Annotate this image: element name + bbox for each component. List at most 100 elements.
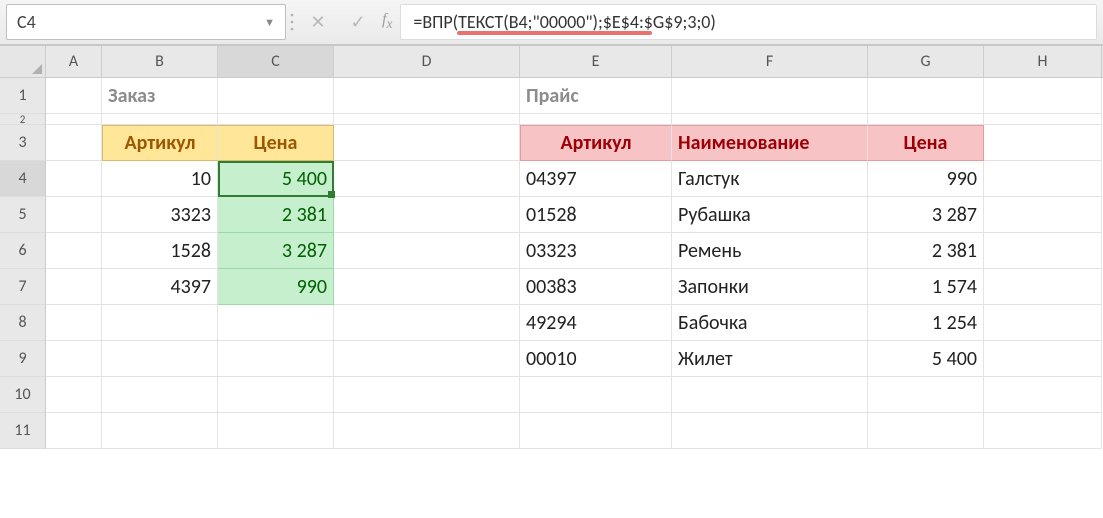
row-header-1[interactable]: 1 <box>0 78 46 114</box>
cell-A9[interactable] <box>46 341 102 377</box>
cell-G5[interactable]: 3 287 <box>868 197 984 233</box>
cell-A5[interactable] <box>46 197 102 233</box>
cell-E7[interactable]: 00383 <box>520 269 672 305</box>
name-box-resize-handle[interactable] <box>286 8 298 36</box>
cell-C11[interactable] <box>218 413 334 449</box>
cell-F9[interactable]: Жилет <box>672 341 868 377</box>
cell-F2[interactable] <box>672 114 868 125</box>
select-all-corner[interactable] <box>0 46 46 77</box>
name-box-dropdown-icon[interactable]: ▼ <box>264 16 275 29</box>
cell-C1[interactable] <box>218 78 334 114</box>
cell-G11[interactable] <box>868 413 984 449</box>
row-header-8[interactable]: 8 <box>0 305 46 341</box>
cell-H9[interactable] <box>984 341 1102 377</box>
row-header-7[interactable]: 7 <box>0 269 46 305</box>
cell-D2[interactable] <box>334 114 520 125</box>
cell-C5[interactable]: 2 381 <box>218 197 334 233</box>
cell-E5[interactable]: 01528 <box>520 197 672 233</box>
cell-H1[interactable] <box>984 78 1102 114</box>
cell-D8[interactable] <box>334 305 520 341</box>
cell-F5[interactable]: Рубашка <box>672 197 868 233</box>
cell-A2[interactable] <box>46 114 102 125</box>
cell-E10[interactable] <box>520 377 672 413</box>
row-header-10[interactable]: 10 <box>0 377 46 413</box>
col-header-A[interactable]: A <box>46 46 102 77</box>
cell-F4[interactable]: Галстук <box>672 161 868 197</box>
cell-F6[interactable]: Ремень <box>672 233 868 269</box>
cell-C6[interactable]: 3 287 <box>218 233 334 269</box>
cell-D11[interactable] <box>334 413 520 449</box>
cell-G4[interactable]: 990 <box>868 161 984 197</box>
cell-D3[interactable] <box>334 125 520 161</box>
cell-F10[interactable] <box>672 377 868 413</box>
cell-B2[interactable] <box>102 114 218 125</box>
cell-D5[interactable] <box>334 197 520 233</box>
cell-E6[interactable]: 03323 <box>520 233 672 269</box>
cell-H3[interactable] <box>984 125 1102 161</box>
cell-B11[interactable] <box>102 413 218 449</box>
cell-F8[interactable]: Бабочка <box>672 305 868 341</box>
cell-E1[interactable]: Прайс <box>520 78 672 114</box>
cell-B7[interactable]: 4397 <box>102 269 218 305</box>
row-header-6[interactable]: 6 <box>0 233 46 269</box>
cell-H10[interactable] <box>984 377 1102 413</box>
cell-E8[interactable]: 49294 <box>520 305 672 341</box>
confirm-formula-button[interactable]: ✓ <box>338 4 378 40</box>
cell-B5[interactable]: 3323 <box>102 197 218 233</box>
cell-D1[interactable] <box>334 78 520 114</box>
cell-B9[interactable] <box>102 341 218 377</box>
formula-input[interactable]: =ВПР(ТЕКСТ(B4;"00000");$E$4:$G$9;3;0) <box>400 4 1097 40</box>
row-header-4[interactable]: 4 <box>0 161 46 197</box>
row-header-9[interactable]: 9 <box>0 341 46 377</box>
cell-A11[interactable] <box>46 413 102 449</box>
col-header-G[interactable]: G <box>868 46 984 77</box>
col-header-C[interactable]: C <box>218 46 334 77</box>
cell-G6[interactable]: 2 381 <box>868 233 984 269</box>
cell-C7[interactable]: 990 <box>218 269 334 305</box>
cell-A10[interactable] <box>46 377 102 413</box>
cell-A7[interactable] <box>46 269 102 305</box>
cell-E11[interactable] <box>520 413 672 449</box>
cancel-formula-button[interactable]: ✕ <box>298 4 338 40</box>
cell-B6[interactable]: 1528 <box>102 233 218 269</box>
col-header-H[interactable]: H <box>984 46 1102 77</box>
cell-D10[interactable] <box>334 377 520 413</box>
cell-H11[interactable] <box>984 413 1102 449</box>
cell-D6[interactable] <box>334 233 520 269</box>
cell-G3[interactable]: Цена <box>868 125 984 161</box>
cell-H2[interactable] <box>984 114 1102 125</box>
col-header-F[interactable]: F <box>672 46 868 77</box>
cell-B4[interactable]: 10 <box>102 161 218 197</box>
cell-B8[interactable] <box>102 305 218 341</box>
cell-A4[interactable] <box>46 161 102 197</box>
cell-F11[interactable] <box>672 413 868 449</box>
row-header-5[interactable]: 5 <box>0 197 46 233</box>
cell-H8[interactable] <box>984 305 1102 341</box>
cell-C9[interactable] <box>218 341 334 377</box>
cell-F7[interactable]: Запонки <box>672 269 868 305</box>
cell-F1[interactable] <box>672 78 868 114</box>
cell-G2[interactable] <box>868 114 984 125</box>
cell-C10[interactable] <box>218 377 334 413</box>
cell-D9[interactable] <box>334 341 520 377</box>
cell-B1[interactable]: Заказ <box>102 78 218 114</box>
cell-E2[interactable] <box>520 114 672 125</box>
cell-E4[interactable]: 04397 <box>520 161 672 197</box>
cell-G7[interactable]: 1 574 <box>868 269 984 305</box>
cell-G1[interactable] <box>868 78 984 114</box>
cell-A8[interactable] <box>46 305 102 341</box>
cell-H7[interactable] <box>984 269 1102 305</box>
cell-D7[interactable] <box>334 269 520 305</box>
cell-F3[interactable]: Наименование <box>672 125 868 161</box>
cell-E3[interactable]: Артикул <box>520 125 672 161</box>
name-box[interactable]: C4 ▼ <box>6 4 286 40</box>
cell-C3[interactable]: Цена <box>218 125 334 161</box>
col-header-D[interactable]: D <box>334 46 520 77</box>
cell-A1[interactable] <box>46 78 102 114</box>
row-header-11[interactable]: 11 <box>0 413 46 449</box>
col-header-E[interactable]: E <box>520 46 672 77</box>
cell-A6[interactable] <box>46 233 102 269</box>
cell-C4[interactable]: 5 400 <box>218 161 334 197</box>
cell-H5[interactable] <box>984 197 1102 233</box>
cell-G8[interactable]: 1 254 <box>868 305 984 341</box>
